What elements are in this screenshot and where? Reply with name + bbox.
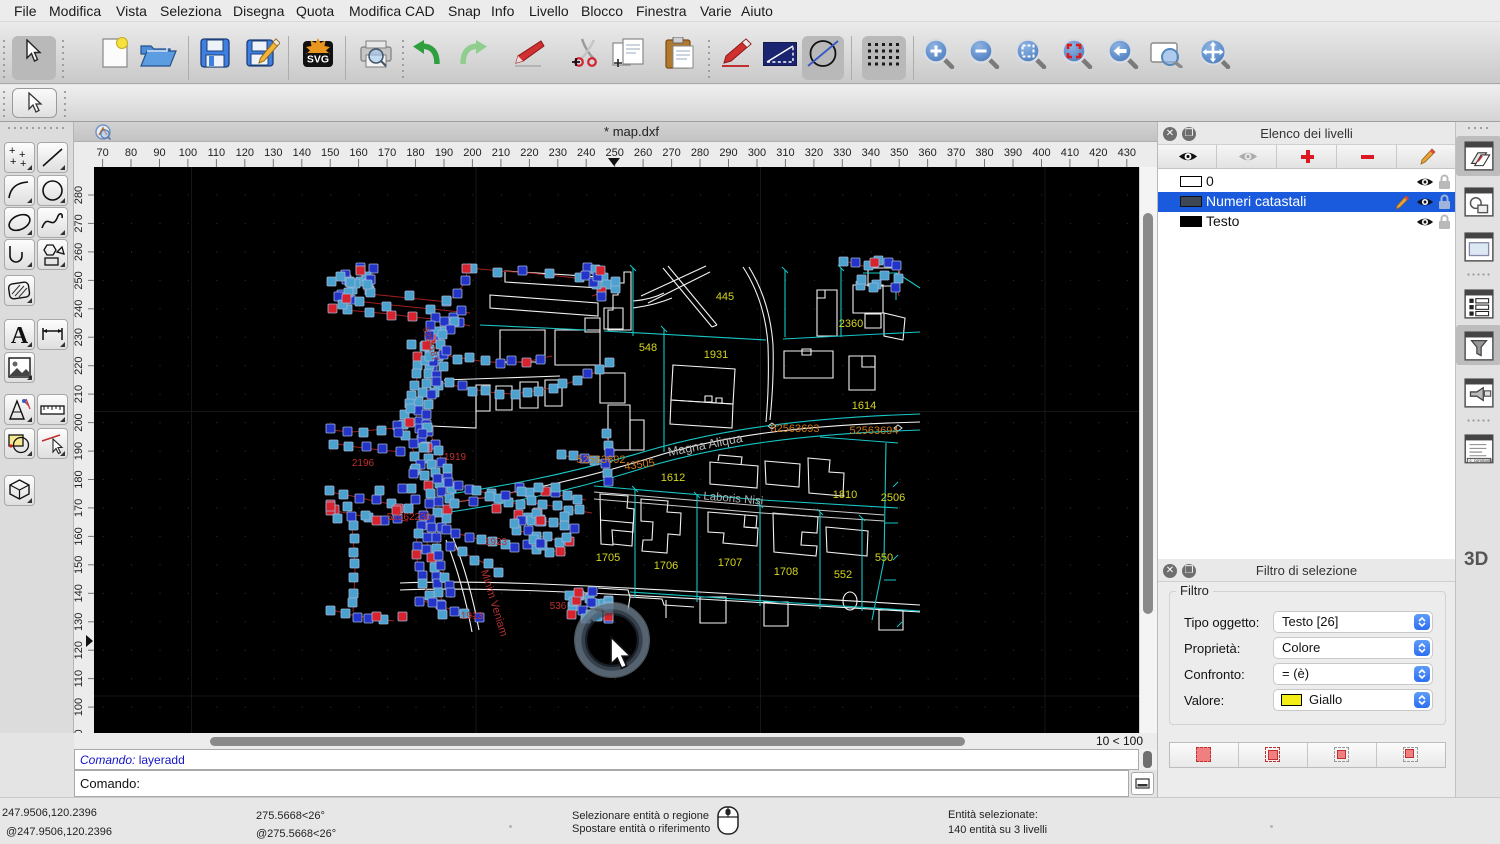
svg-text:552: 552 — [834, 569, 852, 581]
svg-text:120: 120 — [236, 147, 254, 159]
svg-text:420: 420 — [1089, 147, 1107, 159]
svg-text:140: 140 — [293, 147, 311, 159]
svg-text:80: 80 — [125, 147, 137, 159]
svg-text:140: 140 — [74, 584, 85, 602]
svg-text:360: 360 — [918, 147, 936, 159]
svg-text:180: 180 — [74, 470, 85, 488]
svg-text:130: 130 — [74, 613, 85, 631]
svg-text:270: 270 — [74, 214, 85, 232]
svg-text:150: 150 — [321, 147, 339, 159]
svg-text:280: 280 — [691, 147, 709, 159]
svg-text:260: 260 — [634, 147, 652, 159]
svg-text:70: 70 — [96, 147, 108, 159]
svg-text:+: + — [20, 158, 26, 170]
svg-text:320: 320 — [805, 147, 823, 159]
svg-text:260: 260 — [74, 243, 85, 261]
svg-text:250: 250 — [74, 271, 85, 289]
svg-text:100: 100 — [179, 147, 197, 159]
svg-text:200: 200 — [463, 147, 481, 159]
svg-text:1707: 1707 — [718, 557, 742, 569]
svg-text:1706: 1706 — [654, 560, 678, 572]
svg-text:52563693: 52563693 — [771, 423, 820, 435]
svg-text:SVG: SVG — [307, 54, 329, 66]
svg-text:190: 190 — [435, 147, 453, 159]
svg-text:110: 110 — [208, 147, 226, 159]
svg-text:90: 90 — [153, 147, 165, 159]
svg-text:2506: 2506 — [881, 492, 905, 504]
svg-text:410: 410 — [1061, 147, 1079, 159]
svg-text:A: A — [11, 323, 29, 347]
svg-text:548: 548 — [639, 342, 657, 354]
svg-text:150: 150 — [74, 556, 85, 574]
svg-text:200: 200 — [74, 413, 85, 431]
svg-text:1923: 1923 — [485, 537, 508, 548]
svg-text:300: 300 — [748, 147, 766, 159]
svg-text:1705: 1705 — [596, 552, 620, 564]
svg-text:280: 280 — [74, 186, 85, 204]
svg-text:1810: 1810 — [833, 489, 857, 501]
svg-text:1931: 1931 — [704, 349, 728, 361]
svg-text:110: 110 — [74, 670, 85, 688]
svg-text:c_command: c_command — [1469, 458, 1493, 463]
svg-text:160: 160 — [349, 147, 367, 159]
svg-text:100: 100 — [74, 698, 85, 716]
svg-text:210: 210 — [74, 385, 85, 403]
svg-text:190: 190 — [74, 442, 85, 460]
svg-text:2360: 2360 — [839, 318, 863, 330]
svg-text:2196: 2196 — [352, 458, 375, 469]
svg-text:230: 230 — [74, 328, 85, 346]
svg-text:180: 180 — [406, 147, 424, 159]
svg-text:370: 370 — [947, 147, 965, 159]
svg-text:160: 160 — [74, 527, 85, 545]
svg-text:1708: 1708 — [774, 566, 798, 578]
svg-text:130: 130 — [264, 147, 282, 159]
svg-text:52563694: 52563694 — [850, 425, 899, 437]
svg-text:240: 240 — [577, 147, 595, 159]
svg-text:230: 230 — [549, 147, 567, 159]
svg-text:1913: 1913 — [461, 611, 484, 622]
svg-text:210: 210 — [492, 147, 510, 159]
svg-text:330: 330 — [833, 147, 851, 159]
svg-text:536: 536 — [550, 601, 567, 612]
svg-text:400: 400 — [1032, 147, 1050, 159]
svg-text:52563692: 52563692 — [577, 454, 626, 466]
svg-text:350: 350 — [890, 147, 908, 159]
svg-text:380: 380 — [975, 147, 993, 159]
svg-text:220: 220 — [74, 357, 85, 375]
svg-text:220: 220 — [520, 147, 538, 159]
svg-text:170: 170 — [378, 147, 396, 159]
svg-text:550: 550 — [875, 552, 893, 564]
svg-text:170: 170 — [74, 499, 85, 517]
svg-text:52562230: 52562230 — [387, 512, 432, 523]
svg-text:310: 310 — [776, 147, 794, 159]
svg-text:+: + — [10, 156, 16, 168]
svg-text:120: 120 — [74, 641, 85, 659]
svg-text:270: 270 — [662, 147, 680, 159]
svg-text:240: 240 — [74, 300, 85, 318]
svg-text:430: 430 — [1118, 147, 1136, 159]
svg-text:290: 290 — [719, 147, 737, 159]
svg-text:390: 390 — [1004, 147, 1022, 159]
svg-text:340: 340 — [862, 147, 880, 159]
svg-text:1919: 1919 — [444, 452, 467, 463]
svg-text:445: 445 — [716, 291, 734, 303]
svg-text:1614: 1614 — [852, 400, 876, 412]
svg-text:250: 250 — [606, 147, 624, 159]
svg-text:1612: 1612 — [661, 472, 685, 484]
